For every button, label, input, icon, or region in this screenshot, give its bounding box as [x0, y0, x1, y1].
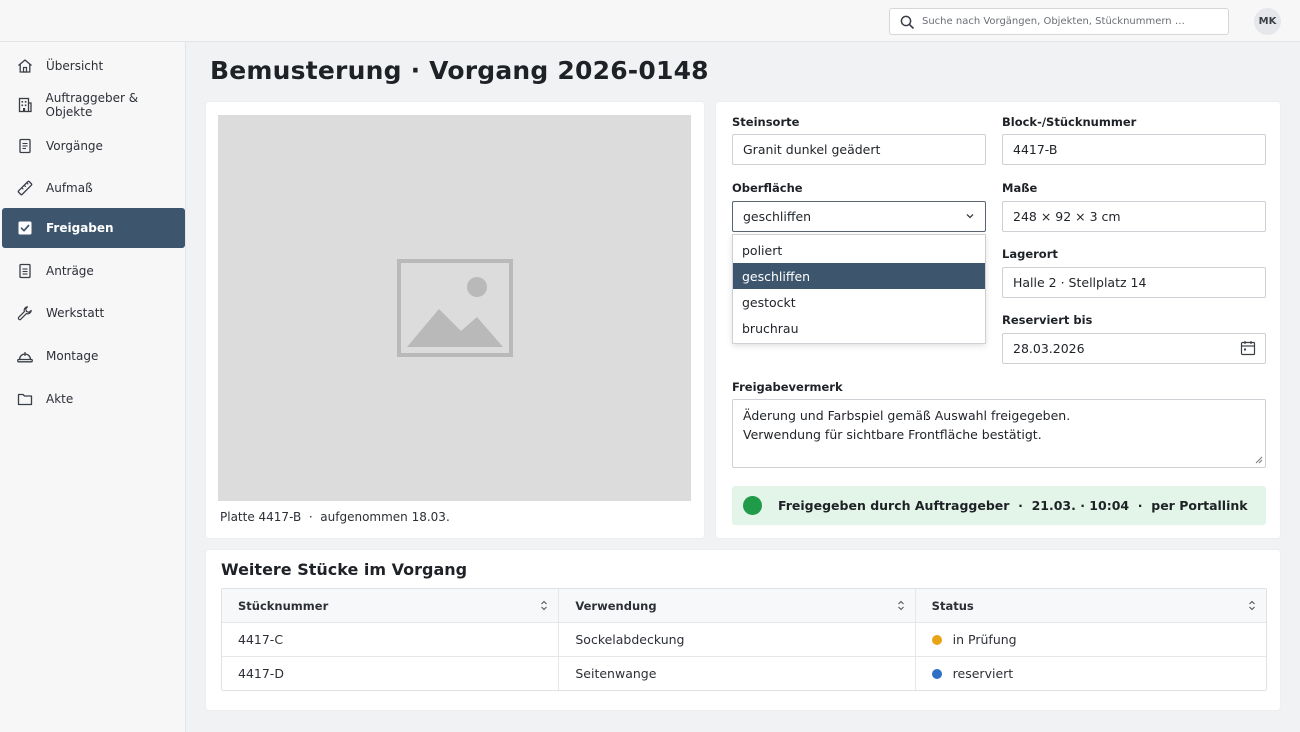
sample-photo[interactable]	[218, 115, 691, 501]
sidebar-item-label: Übersicht	[46, 59, 104, 73]
sidebar-item-label: Montage	[46, 349, 99, 363]
sidebar-item-label: Anträge	[46, 264, 94, 278]
sidebar-item-freigaben[interactable]: Freigaben	[2, 208, 185, 248]
oberflaeche-dropdown: poliert geschliffen gestockt bruchrau	[732, 234, 986, 344]
approval-status-text: Freigegeben durch Auftraggeber · 21.03. …	[778, 498, 1248, 513]
sidebar: Übersicht Auftraggeber & Objekte Vorgäng…	[0, 42, 186, 732]
sidebar-item-label: Aufmaß	[46, 181, 93, 195]
stuecknummer-field[interactable]	[1002, 134, 1266, 165]
sidebar-item-label: Freigaben	[46, 221, 114, 235]
folder-icon	[16, 390, 34, 408]
column-header-verwendung[interactable]: Verwendung	[558, 589, 914, 622]
status-dot-icon	[931, 634, 942, 645]
cell-status: in Prüfung	[914, 623, 1266, 656]
search-box[interactable]	[889, 8, 1229, 35]
steinsorte-label: Steinsorte	[732, 115, 800, 129]
cell-verwendung: Sockelabdeckung	[558, 623, 914, 656]
status-label: reserviert	[952, 666, 1014, 681]
reserviert-bis-wrapper	[1002, 333, 1266, 364]
sidebar-item-montage[interactable]: Montage	[2, 336, 185, 376]
approval-status-banner: Freigegeben durch Auftraggeber · 21.03. …	[732, 486, 1266, 525]
sort-icon[interactable]	[540, 600, 548, 611]
masse-label: Maße	[1002, 181, 1038, 195]
sidebar-item-label: Vorgänge	[46, 139, 103, 153]
helmet-icon	[16, 347, 34, 365]
calendar-icon[interactable]	[1240, 340, 1256, 356]
sidebar-item-label: Akte	[46, 392, 74, 406]
ruler-icon	[16, 179, 34, 197]
table-row[interactable]: 4417-D Seitenwange reserviert	[222, 656, 1266, 690]
document-icon	[16, 137, 34, 155]
page-title: Bemusterung · Vorgang 2026-0148	[210, 56, 709, 85]
form-icon	[16, 262, 34, 280]
table-header-row: Stücknummer Verwendung Status	[222, 589, 1266, 622]
sidebar-item-uebersicht[interactable]: Übersicht	[2, 46, 185, 86]
sidebar-item-vorgaenge[interactable]: Vorgänge	[2, 126, 185, 166]
pieces-table: Stücknummer Verwendung Status 4417-C Soc…	[221, 588, 1267, 691]
freigabevermerk-label: Freigabevermerk	[732, 380, 843, 394]
cell-stuecknummer: 4417-D	[238, 666, 284, 681]
reserviert-bis-label: Reserviert bis	[1002, 313, 1093, 327]
option-poliert[interactable]: poliert	[733, 237, 985, 263]
column-header-status[interactable]: Status	[914, 589, 1266, 622]
sidebar-item-label: Werkstatt	[46, 306, 105, 320]
reserviert-bis-field[interactable]	[1002, 333, 1266, 364]
sidebar-item-werkstatt[interactable]: Werkstatt	[2, 293, 185, 333]
building-icon	[16, 96, 34, 114]
sort-icon[interactable]	[1248, 600, 1256, 611]
sample-form-card: Steinsorte Block-/Stücknummer Oberfläche…	[716, 102, 1280, 538]
steinsorte-field[interactable]	[732, 134, 986, 165]
sample-image-card: Platte 4417-B · aufgenommen 18.03.	[206, 102, 704, 538]
column-header-stuecknummer[interactable]: Stücknummer	[222, 589, 558, 622]
column-header-label: Stücknummer	[238, 598, 329, 613]
column-header-label: Verwendung	[575, 598, 657, 613]
sidebar-item-akte[interactable]: Akte	[2, 379, 185, 419]
oberflaeche-select[interactable]: geschliffen	[732, 201, 986, 232]
option-gestockt[interactable]: gestockt	[733, 289, 985, 315]
wrench-icon	[16, 304, 34, 322]
cell-stuecknummer: 4417-C	[238, 632, 284, 647]
sort-icon[interactable]	[897, 600, 905, 611]
chevron-down-icon	[966, 214, 974, 219]
column-header-label: Status	[931, 598, 974, 613]
oberflaeche-label: Oberfläche	[732, 181, 803, 195]
stuecknummer-label: Block-/Stücknummer	[1002, 115, 1137, 129]
section-title: Weitere Stücke im Vorgang	[221, 560, 468, 579]
sidebar-item-antraege[interactable]: Anträge	[2, 251, 185, 291]
search-icon	[900, 15, 914, 29]
image-placeholder-icon	[396, 259, 513, 357]
checkbox-icon	[16, 219, 34, 237]
resize-grip-icon[interactable]	[1255, 456, 1263, 464]
masse-field[interactable]	[1002, 201, 1266, 232]
home-icon	[16, 57, 34, 75]
lagerort-label: Lagerort	[1002, 247, 1058, 261]
cell-verwendung: Seitenwange	[558, 657, 914, 690]
lagerort-field[interactable]	[1002, 267, 1266, 298]
table-row[interactable]: 4417-C Sockelabdeckung in Prüfung	[222, 622, 1266, 656]
status-dot-icon	[743, 496, 762, 515]
user-avatar[interactable]: MK	[1254, 8, 1281, 35]
photo-caption: Platte 4417-B · aufgenommen 18.03.	[220, 510, 450, 524]
freigabevermerk-textarea[interactable]: Äderung und Farbspiel gemäß Auswahl frei…	[732, 399, 1266, 468]
status-label: in Prüfung	[952, 632, 1017, 647]
oberflaeche-selected-value: geschliffen	[743, 209, 812, 224]
search-input[interactable]	[922, 16, 1212, 27]
top-bar: MK	[0, 0, 1300, 42]
further-pieces-card: Weitere Stücke im Vorgang Stücknummer Ve…	[206, 550, 1280, 710]
cell-status: reserviert	[914, 657, 1266, 690]
sidebar-item-aufmass[interactable]: Aufmaß	[2, 168, 185, 208]
option-geschliffen[interactable]: geschliffen	[733, 263, 985, 289]
sidebar-item-auftraggeber[interactable]: Auftraggeber & Objekte	[2, 85, 185, 125]
status-dot-icon	[931, 668, 942, 679]
option-bruchrau[interactable]: bruchrau	[733, 315, 985, 341]
sidebar-item-label: Auftraggeber & Objekte	[45, 91, 139, 119]
